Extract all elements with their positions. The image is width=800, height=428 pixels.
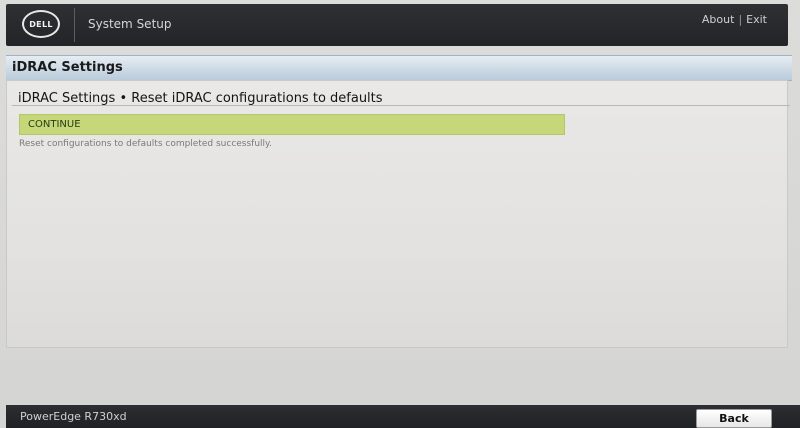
- system-setup-screen: DELL System Setup About | Exit iDRAC Setti…: [0, 0, 800, 428]
- top-bar: DELL System Setup About | Exit: [6, 4, 788, 46]
- system-model: PowerEdge R730xd: [20, 410, 127, 423]
- bottom-bar: PowerEdge R730xd Back: [6, 405, 800, 428]
- continue-button[interactable]: CONTINUE: [19, 114, 565, 135]
- status-message: Reset configurations to defaults complet…: [19, 139, 272, 149]
- about-link[interactable]: About: [702, 13, 735, 26]
- dell-logo: DELL: [22, 10, 60, 38]
- page-heading: iDRAC Settings • Reset iDRAC configurati…: [18, 91, 383, 106]
- section-header: iDRAC Settings: [6, 55, 792, 81]
- app-title: System Setup: [88, 17, 172, 31]
- heading-divider: [12, 105, 790, 106]
- top-links-separator: |: [738, 13, 743, 26]
- topbar-divider: [74, 8, 75, 42]
- back-button[interactable]: Back: [696, 409, 772, 428]
- continue-label: CONTINUE: [28, 119, 81, 130]
- main-panel: iDRAC Settings • Reset iDRAC configurati…: [6, 80, 790, 348]
- exit-link[interactable]: Exit: [746, 13, 767, 26]
- top-links: About | Exit: [702, 13, 767, 26]
- section-title: iDRAC Settings: [12, 60, 123, 75]
